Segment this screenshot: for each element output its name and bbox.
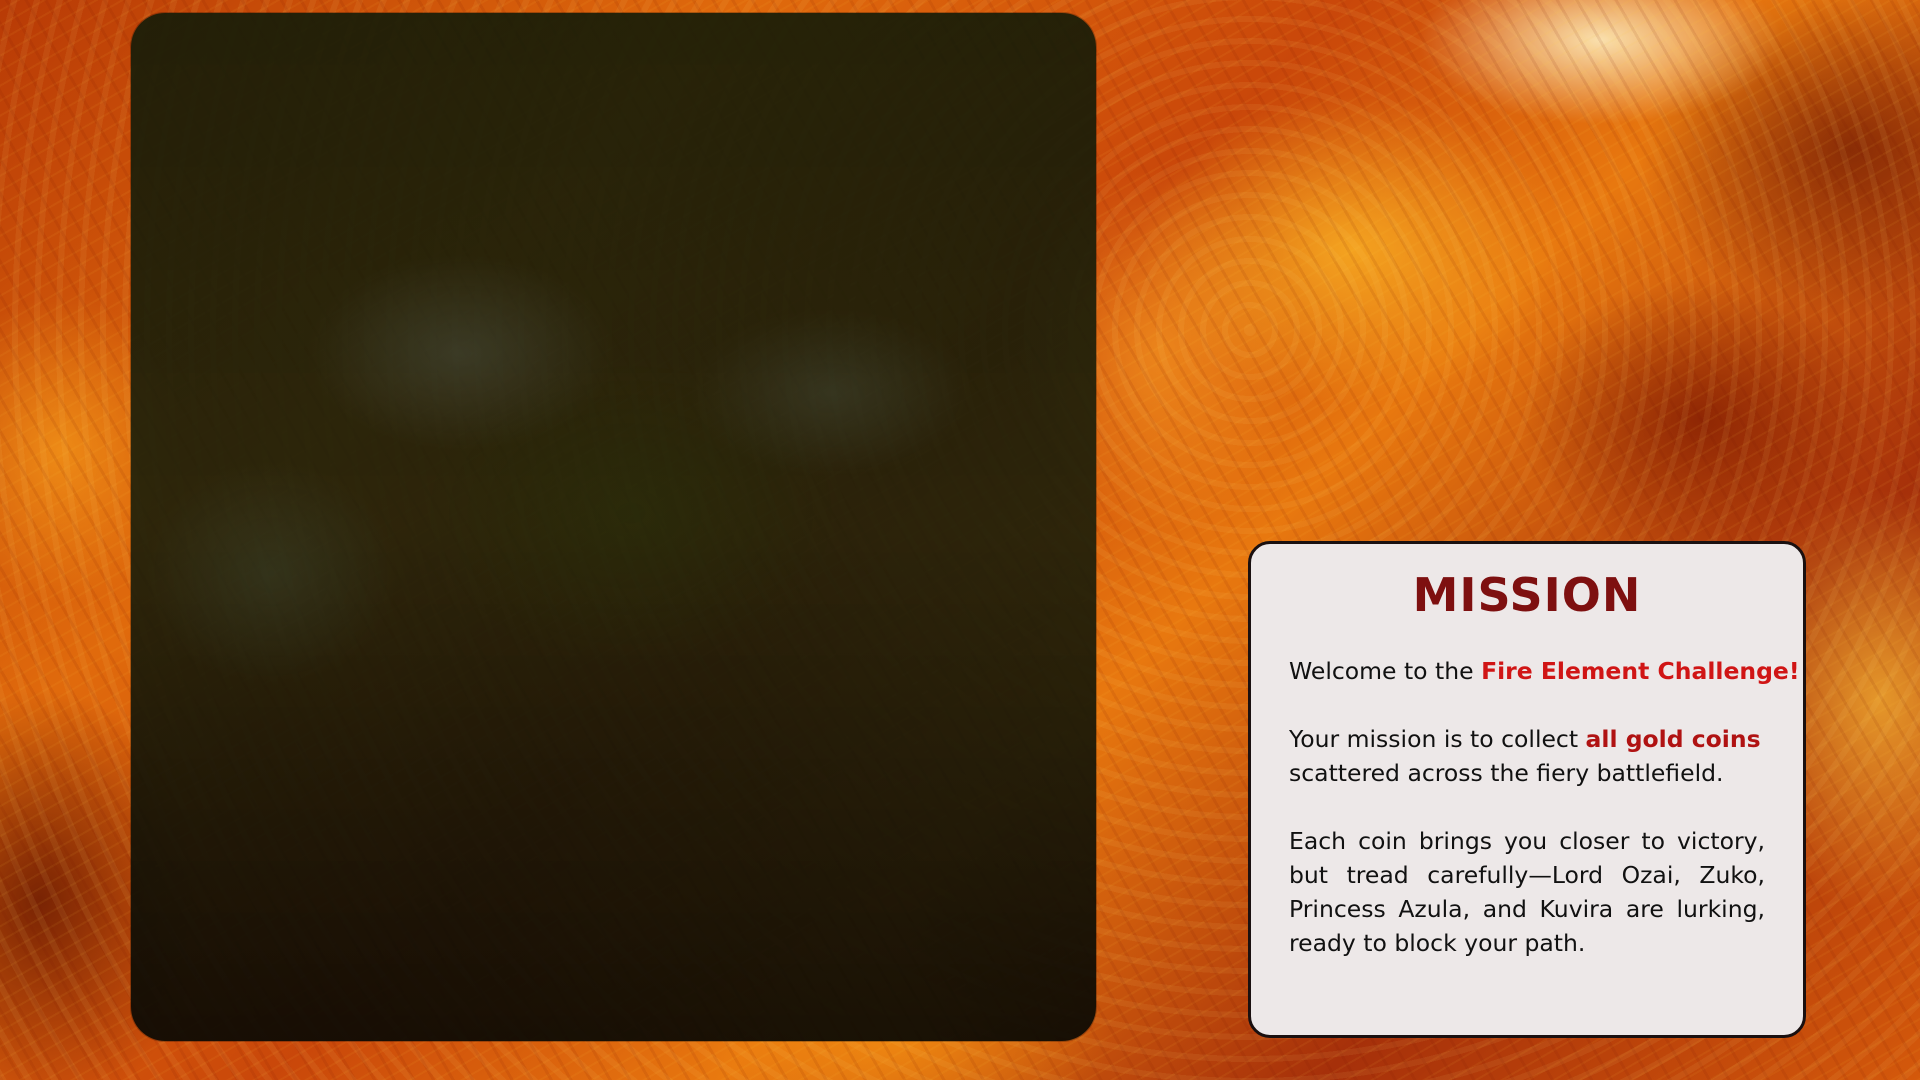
goal-suffix: scattered across the fiery battlefield.: [1289, 759, 1724, 788]
welcome-prefix: Welcome to the: [1289, 657, 1482, 686]
mission-title: MISSION: [1412, 568, 1642, 622]
mission-panel: MISSION Welcome to the Fire Element Chal…: [1248, 541, 1806, 1038]
warning-text: Each coin brings you closer to victory, …: [1289, 827, 1765, 958]
goal-prefix: Your mission is to collect: [1289, 725, 1586, 754]
mission-goal-text: Your mission is to collect all gold coin…: [1289, 722, 1765, 790]
game-board[interactable]: [131, 13, 1096, 1041]
welcome-text: Welcome to the Fire Element Challenge!: [1289, 654, 1800, 688]
goal-highlight: all gold coins: [1585, 725, 1761, 754]
challenge-name: Fire Element Challenge!: [1481, 657, 1800, 686]
